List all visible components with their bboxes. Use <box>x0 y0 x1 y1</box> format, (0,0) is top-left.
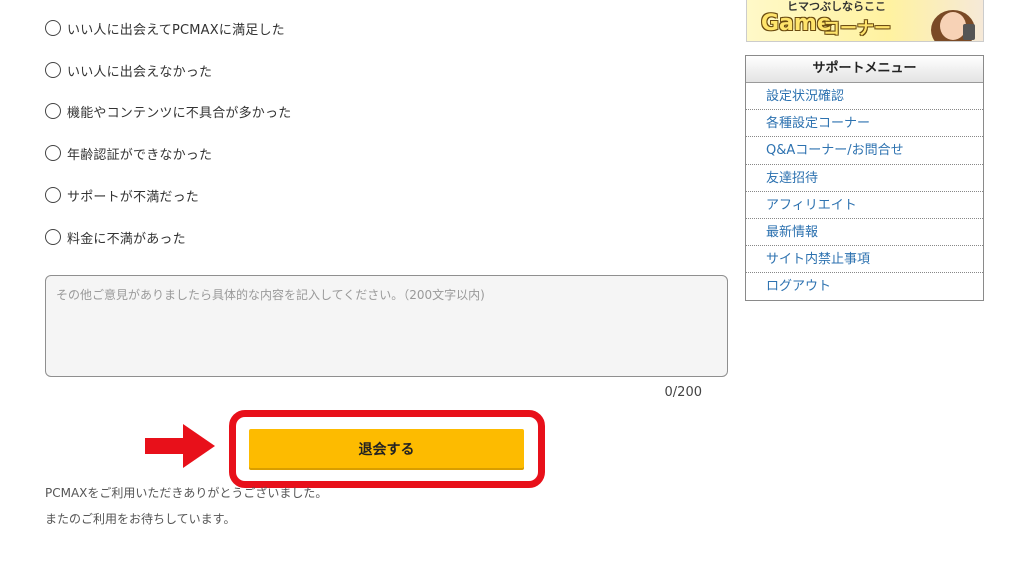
radio-button[interactable] <box>45 103 61 119</box>
menu-item-prohibited[interactable]: サイト内禁止事項 <box>746 246 983 274</box>
banner-logo: Game <box>761 11 832 36</box>
thanks-message: PCMAXをご利用いただきありがとうございました。 <box>45 486 328 500</box>
banner-subtitle: コーナー <box>823 19 891 39</box>
radio-button[interactable] <box>45 187 61 203</box>
survey-option-age-verification[interactable]: 年齢認証ができなかった <box>45 143 212 163</box>
radio-button[interactable] <box>45 62 61 78</box>
support-menu-title: サポートメニュー <box>746 56 983 83</box>
option-label: 料金に不満があった <box>67 231 186 247</box>
menu-item-affiliate[interactable]: アフィリエイト <box>746 192 983 219</box>
option-label: いい人に出会えなかった <box>67 64 213 80</box>
withdraw-button[interactable]: 退会する <box>249 429 524 468</box>
option-label: 年齢認証ができなかった <box>67 147 213 163</box>
comment-textarea[interactable] <box>45 275 728 377</box>
menu-item-settings-corner[interactable]: 各種設定コーナー <box>746 110 983 138</box>
menu-item-latest-news[interactable]: 最新情報 <box>746 219 983 247</box>
char-counter: 0/200 <box>664 385 702 400</box>
arrow-right-icon <box>145 424 215 468</box>
return-message: またのご利用をお待ちしています。 <box>45 512 236 526</box>
survey-option-no-match[interactable]: いい人に出会えなかった <box>45 60 212 80</box>
radio-button[interactable] <box>45 145 61 161</box>
menu-item-invite-friends[interactable]: 友達招待 <box>746 165 983 192</box>
survey-option-bugs[interactable]: 機能やコンテンツに不具合が多かった <box>45 101 291 121</box>
option-label: いい人に出会えてPCMAXに満足した <box>67 22 285 38</box>
menu-item-logout[interactable]: ログアウト <box>746 273 983 300</box>
option-label: サポートが不満だった <box>67 189 200 205</box>
game-corner-banner[interactable]: ヒマつぶしならここ Game コーナー <box>746 0 984 42</box>
radio-button[interactable] <box>45 229 61 245</box>
survey-option-satisfied[interactable]: いい人に出会えてPCMAXに満足した <box>45 18 285 38</box>
survey-option-price[interactable]: 料金に不満があった <box>45 227 186 247</box>
support-menu: サポートメニュー 設定状況確認 各種設定コーナー Q&Aコーナー/お問合せ 友達… <box>745 55 984 301</box>
menu-item-settings-status[interactable]: 設定状況確認 <box>746 83 983 111</box>
menu-item-qa-contact[interactable]: Q&Aコーナー/お問合せ <box>746 137 983 165</box>
option-label: 機能やコンテンツに不具合が多かった <box>67 105 292 121</box>
woman-illustration-icon <box>931 10 975 41</box>
radio-button[interactable] <box>45 20 61 36</box>
survey-option-support[interactable]: サポートが不満だった <box>45 185 199 205</box>
